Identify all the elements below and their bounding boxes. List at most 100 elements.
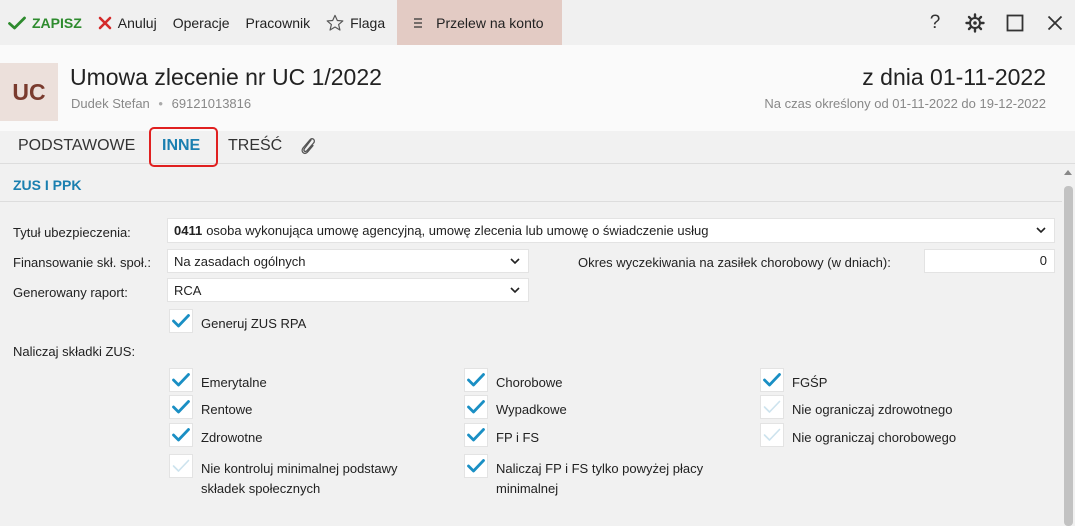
tab-content[interactable]: TREŚĆ [228,137,282,155]
gear-icon [965,12,985,33]
x-icon [98,16,112,29]
no-limit-health-checkbox[interactable]: Nie ograniczaj zdrowotnego [760,395,952,420]
health-checkbox[interactable]: Zdrowotne [169,423,262,448]
pension-label: Emerytalne [201,375,267,390]
fgsp-checkbox[interactable]: FGŚP [760,368,827,393]
insurance-code: 0411 [174,223,203,238]
scroll-up-arrow-icon[interactable] [1064,170,1072,175]
active-tab-highlight [149,127,218,167]
report-label: Generowany raport: [13,285,128,300]
separator-dot: • [158,96,163,111]
check-icon [172,373,190,387]
close-button[interactable] [1035,0,1075,45]
maximize-button[interactable] [995,0,1035,45]
fp-fs-above-line-2: minimalnej [496,481,559,496]
checkbox-box[interactable] [169,423,193,447]
checkbox-box[interactable] [464,454,488,478]
flag-label: Flaga [350,14,386,31]
checkbox-box[interactable] [760,423,784,447]
section-divider [0,201,1062,202]
tab-attachments[interactable] [298,135,318,162]
check-icon [467,428,485,442]
check-icon [763,400,781,413]
fp-fs-above-line-1: Naliczaj FP i FS tylko powyżej płacy [496,461,704,476]
close-icon [1047,15,1063,30]
no-min-base-line-1: Nie kontroluj minimalnej podstawy [201,461,398,476]
window-controls: ? [915,0,1075,45]
cancel-label: Anuluj [117,14,157,31]
checkbox-box[interactable] [464,395,488,419]
chevron-down-icon [1036,227,1046,234]
tab-basic[interactable]: PODSTAWOWE [18,137,135,155]
transfer-label: Przelew na konto [436,14,544,31]
disability-label: Rentowe [201,402,253,417]
vertical-scrollbar[interactable] [1062,164,1075,526]
waiting-period-label: Okres wyczekiwania na zasiłek chorobowy … [578,255,891,270]
cancel-button[interactable]: Anuluj [90,0,165,45]
square-icon [1006,14,1024,31]
fp-fs-above-min-checkbox[interactable]: Naliczaj FP i FS tylko powyżej płacy min… [464,454,703,499]
contributions-label: Naliczaj składki ZUS: [13,344,136,359]
check-icon [172,400,190,414]
generate-rpa-label: Generuj ZUS RPA [201,316,307,331]
person-name: Dudek Stefan [71,96,150,111]
check-icon [172,314,190,328]
financing-select[interactable]: Na zasadach ogólnych [167,249,529,273]
checkbox-box[interactable] [464,423,488,447]
page-title: Umowa zlecenie nr UC 1/2022 [70,64,382,90]
pension-checkbox[interactable]: Emerytalne [169,368,267,393]
check-icon [467,373,485,387]
menu-icon [414,17,423,28]
fp-fs-checkbox[interactable]: FP i FS [464,423,539,448]
person-pesel: 69121013816 [171,96,252,111]
no-min-base-line-2: składek społecznych [201,481,321,496]
waiting-period-input[interactable]: 0 [924,249,1055,273]
fp-fs-above-min-label: Naliczaj FP i FS tylko powyżej płacy min… [496,459,703,499]
transfer-button[interactable]: Przelew na konto [397,0,562,45]
report-value: RCA [174,282,202,298]
no-limit-sickness-checkbox[interactable]: Nie ograniczaj chorobowego [760,423,956,448]
insurance-title-select[interactable]: 0411 osoba wykonująca umowę agencyjną, u… [167,218,1055,243]
operations-label: Operacje [172,14,230,31]
employee-menu[interactable]: Pracownik [238,0,319,45]
insurance-title-label: Tytuł ubezpieczenia: [13,225,131,240]
accident-checkbox[interactable]: Wypadkowe [464,395,567,420]
flag-button[interactable]: Flaga [318,0,393,45]
sickness-label: Chorobowe [496,375,563,390]
check-icon [467,400,485,414]
checkbox-box[interactable] [169,309,193,333]
toolbar: ZAPISZ Anuluj Operacje Pracownik Flaga P… [0,0,1075,45]
financing-value: Na zasadach ogólnych [174,253,306,269]
save-button[interactable]: ZAPISZ [0,0,90,45]
no-limit-sickness-label: Nie ograniczaj chorobowego [792,430,957,445]
checkbox-box[interactable] [169,368,193,392]
financing-label: Finansowanie skł. społ.: [13,255,152,270]
document-date: z dnia 01-11-2022 [862,64,1046,90]
checkbox-box[interactable] [464,368,488,392]
paperclip-icon [301,138,315,155]
settings-button[interactable] [955,0,995,45]
no-limit-health-label: Nie ograniczaj zdrowotnego [792,402,953,417]
generate-rpa-checkbox[interactable]: Generuj ZUS RPA [169,309,306,334]
save-label: ZAPISZ [32,14,82,31]
insurance-text: osoba wykonująca umowę agencyjną, umowę … [206,223,709,238]
checkbox-box[interactable] [760,368,784,392]
checkbox-box[interactable] [169,395,193,419]
employee-label: Pracownik [245,14,311,31]
no-min-base-checkbox[interactable]: Nie kontroluj minimalnej podstawy składe… [169,454,398,499]
operations-menu[interactable]: Operacje [165,0,238,45]
check-icon [172,459,190,472]
disability-checkbox[interactable]: Rentowe [169,395,252,420]
help-button[interactable]: ? [915,0,955,45]
checkbox-box[interactable] [169,454,193,478]
sickness-checkbox[interactable]: Chorobowe [464,368,563,393]
check-icon [467,459,485,473]
no-min-base-label: Nie kontroluj minimalnej podstawy składe… [201,459,398,499]
check-icon [172,428,190,442]
document-type-badge: UC [0,63,58,121]
section-title: ZUS I PPK [13,177,82,193]
question-icon: ? [929,11,941,33]
scroll-thumb[interactable] [1064,186,1073,526]
report-select[interactable]: RCA [167,278,529,302]
checkbox-box[interactable] [760,395,784,419]
